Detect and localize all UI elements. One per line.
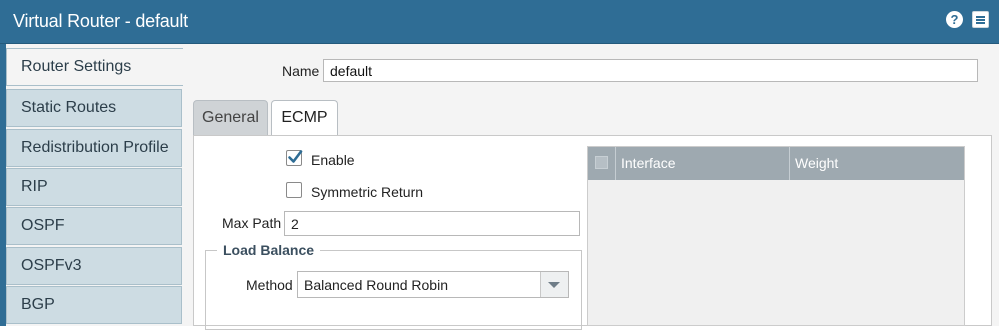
dialog-titlebar: Virtual Router - default ?: [0, 0, 999, 44]
interface-weight-table: Interface Weight: [587, 146, 965, 326]
sidebar-item-label: BGP: [21, 296, 55, 313]
name-input[interactable]: default: [323, 59, 978, 82]
method-select-value: Balanced Round Robin: [304, 277, 448, 293]
column-divider: [789, 147, 790, 180]
sidebar: Router Settings Static Routes Redistribu…: [6, 44, 183, 326]
sidebar-item-label: Redistribution Profile: [21, 139, 169, 156]
symmetric-return-label: Symmetric Return: [311, 184, 424, 200]
menu-icon[interactable]: [972, 11, 989, 28]
tab-ecmp[interactable]: ECMP: [271, 100, 338, 136]
sidebar-item-bgp[interactable]: BGP: [6, 286, 182, 324]
sidebar-item-redistribution-profile[interactable]: Redistribution Profile: [6, 129, 182, 167]
checkmark-icon: [288, 150, 303, 163]
sidebar-item-label: Router Settings: [21, 58, 132, 75]
sidebar-item-label: Static Routes: [21, 99, 117, 116]
chevron-down-icon: [548, 282, 560, 288]
symmetric-return-checkbox[interactable]: [286, 182, 302, 198]
max-path-input[interactable]: 2: [284, 211, 580, 236]
sidebar-item-static-routes[interactable]: Static Routes: [6, 89, 182, 127]
sidebar-item-router-settings[interactable]: Router Settings: [6, 48, 183, 86]
sidebar-item-label: OSPF: [21, 217, 65, 234]
column-header-interface[interactable]: Interface: [621, 147, 675, 180]
sidebar-item-label: OSPFv3: [21, 257, 82, 274]
enable-label: Enable: [311, 152, 355, 168]
sidebar-item-label: RIP: [21, 178, 48, 195]
method-label: Method: [246, 277, 293, 293]
help-icon[interactable]: ?: [946, 11, 963, 28]
sidebar-item-rip[interactable]: RIP: [6, 168, 182, 206]
sidebar-item-ospf[interactable]: OSPF: [6, 207, 182, 245]
column-divider: [615, 147, 616, 180]
select-all-checkbox[interactable]: [595, 156, 608, 169]
tab-general[interactable]: General: [193, 100, 268, 136]
sidebar-item-ospfv3[interactable]: OSPFv3: [6, 247, 182, 285]
enable-checkbox[interactable]: [286, 150, 303, 166]
column-header-weight[interactable]: Weight: [795, 147, 838, 180]
load-balance-legend: Load Balance: [217, 242, 321, 258]
method-select[interactable]: Balanced Round Robin: [297, 271, 569, 298]
name-label: Name: [282, 63, 320, 79]
max-path-label: Max Path: [222, 215, 282, 231]
dropdown-button[interactable]: [540, 272, 568, 297]
dialog-title: Virtual Router - default: [13, 11, 188, 31]
table-header: Interface Weight: [588, 147, 964, 180]
